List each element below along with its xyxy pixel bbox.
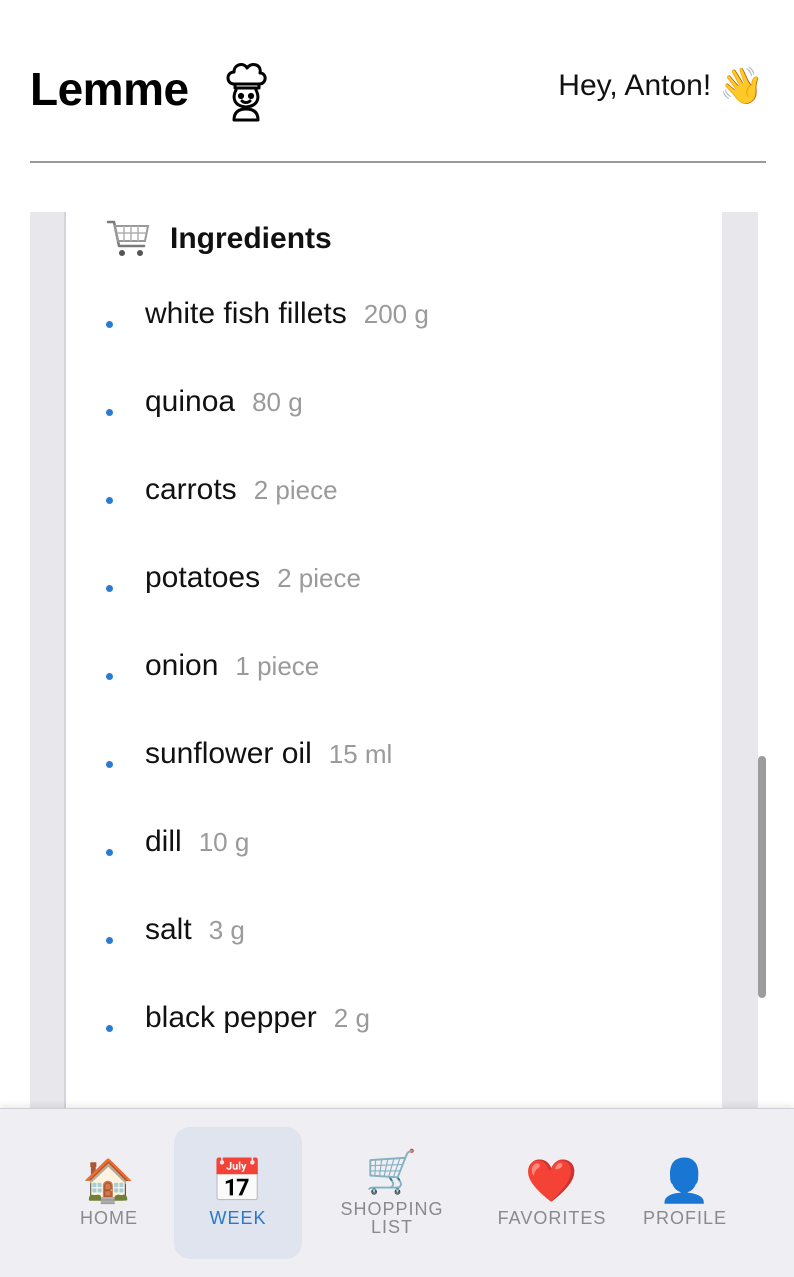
ingredient-item: quinoa 80 g (106, 384, 429, 472)
bullet-icon (106, 849, 113, 856)
bottom-navigation: 🏠 Home 📅 Week 🛒 Shopping list ❤️ Favorites 👤 Prof… (0, 1108, 794, 1277)
ingredient-list: white fish fillets 200 g quinoa 80 g carrots… (106, 296, 429, 1088)
ingredients-title: Ingredients (170, 222, 332, 255)
app-header: Lemme Hey, Anton! 👋 (0, 0, 794, 164)
shopping-cart-icon: 🛒 (365, 1148, 419, 1195)
ingredient-name: quinoa (145, 385, 236, 418)
bullet-icon (106, 585, 113, 592)
greeting-text: Hey, Anton! (558, 69, 712, 102)
ingredient-quantity: 10 g (198, 827, 250, 857)
ingredient-quantity: 200 g (363, 299, 429, 329)
ingredient-item: potatoes 2 piece (106, 560, 429, 648)
ingredient-name: black pepper (145, 1001, 317, 1034)
ingredient-item: onion 1 piece (106, 648, 429, 736)
house-icon: 🏠 (82, 1157, 136, 1204)
bullet-icon (106, 937, 113, 944)
ingredient-name: salt (145, 913, 192, 946)
nav-label: Favorites (497, 1208, 607, 1228)
app-title: Lemme (30, 63, 189, 115)
nav-item-week[interactable]: 📅 Week (174, 1127, 302, 1259)
ingredient-quantity: 2 g (333, 1003, 370, 1033)
nav-label: Shopping list (340, 1199, 444, 1237)
ingredients-card: Ingredients white fish fillets 200 g quino… (64, 212, 722, 1108)
ingredient-quantity: 15 ml (328, 739, 393, 769)
scrollbar-thumb[interactable] (758, 756, 766, 998)
shopping-cart-icon (106, 220, 150, 256)
ingredient-item: black pepper 2 g (106, 1000, 429, 1088)
ingredient-quantity: 2 piece (277, 563, 361, 593)
bullet-icon (106, 761, 113, 768)
nav-label: Week (209, 1208, 267, 1228)
bullet-icon (106, 1025, 113, 1032)
ingredient-item: salt 3 g (106, 912, 429, 1000)
nav-item-home[interactable]: 🏠 Home (45, 1127, 173, 1259)
ingredient-name: white fish fillets (145, 297, 347, 330)
ingredient-quantity: 2 piece (253, 475, 338, 505)
ingredient-name: carrots (145, 473, 237, 506)
ingredient-name: dill (145, 825, 182, 858)
ingredient-item: white fish fillets 200 g (106, 296, 429, 384)
ingredient-name: potatoes (145, 561, 261, 594)
bullet-icon (106, 673, 113, 680)
recipe-scroll-area[interactable]: Ingredients white fish fillets 200 g quino… (30, 212, 758, 1108)
nav-label: Home (80, 1208, 138, 1228)
bullet-icon (106, 321, 113, 328)
ingredient-item: dill 10 g (106, 824, 429, 912)
greeting: Hey, Anton! 👋 (558, 68, 764, 104)
bullet-icon (106, 409, 113, 416)
nav-item-profile[interactable]: 👤 Profile (621, 1127, 749, 1259)
ingredients-heading: Ingredients (106, 216, 332, 262)
chef-icon (226, 63, 267, 122)
header-divider (30, 161, 766, 163)
ingredient-quantity: 1 piece (235, 651, 320, 681)
nav-item-shopping-list[interactable]: 🛒 Shopping list (328, 1127, 456, 1259)
wave-icon: 👋 (719, 65, 764, 106)
ingredient-name: onion (145, 649, 219, 682)
ingredient-item: sunflower oil 15 ml (106, 736, 429, 824)
ingredient-quantity: 3 g (208, 915, 245, 945)
nav-item-favorites[interactable]: ❤️ Favorites (488, 1127, 616, 1259)
ingredient-name: sunflower oil (145, 737, 312, 770)
person-icon: 👤 (658, 1157, 712, 1204)
bullet-icon (106, 497, 113, 504)
nav-label: Profile (642, 1208, 728, 1228)
ingredient-item: carrots 2 piece (106, 472, 429, 560)
ingredient-quantity: 80 g (252, 387, 303, 417)
heart-icon: ❤️ (525, 1157, 579, 1204)
calendar-icon: 📅 (211, 1157, 265, 1204)
